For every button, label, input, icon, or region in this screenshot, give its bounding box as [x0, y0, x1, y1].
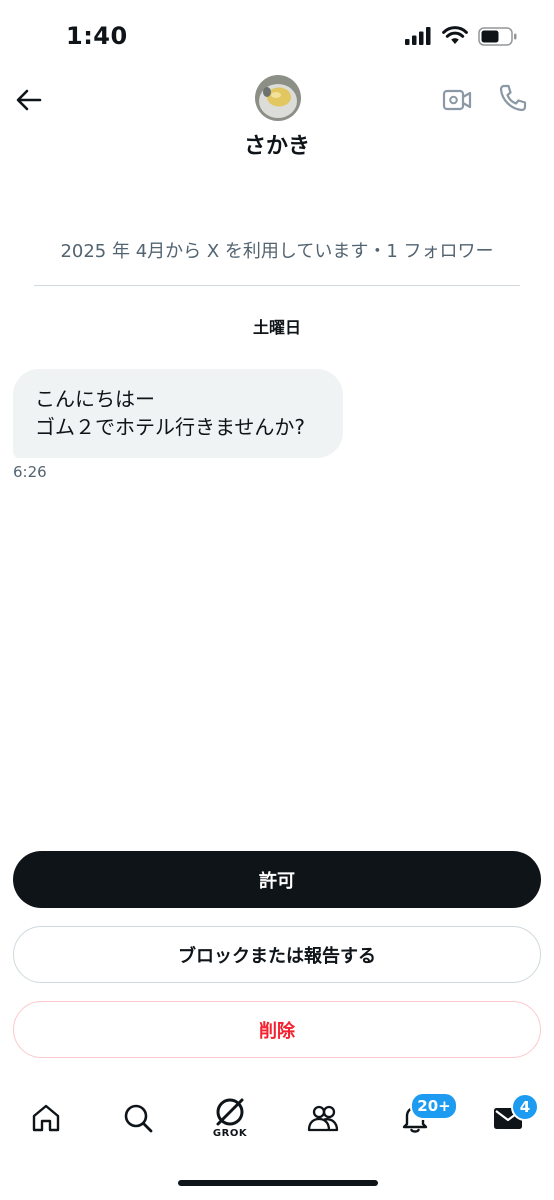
message-bubble[interactable]: こんにちはー ゴム２でホテル行きませんか?: [13, 369, 343, 458]
divider: [34, 285, 520, 286]
allow-button[interactable]: 許可: [13, 851, 541, 908]
tab-home[interactable]: [18, 1090, 74, 1146]
home-icon: [32, 1104, 60, 1132]
battery-icon: [478, 27, 517, 46]
grok-label: GROK: [212, 1128, 248, 1139]
message-timestamp: 6:26: [13, 463, 47, 481]
cellular-signal-icon: [405, 27, 431, 45]
delete-button[interactable]: 削除: [13, 1001, 541, 1058]
status-bar: 1:40: [0, 0, 554, 70]
tab-communities[interactable]: [295, 1090, 351, 1146]
tab-bar: [0, 1090, 554, 1150]
message-line: ゴム２でホテル行きませんか?: [35, 415, 306, 439]
search-icon: [124, 1104, 153, 1133]
message-line: こんにちはー: [35, 387, 155, 411]
tab-search[interactable]: [110, 1090, 166, 1146]
back-arrow-icon[interactable]: [14, 85, 44, 115]
status-time: 1:40: [66, 22, 128, 50]
messages-badge: 4: [511, 1093, 539, 1121]
phone-icon[interactable]: [497, 82, 529, 114]
wifi-icon: [442, 26, 468, 44]
conversation-header: さかき: [0, 70, 554, 170]
home-indicator: [178, 1180, 378, 1186]
day-separator: 土曜日: [252, 318, 301, 337]
avatar[interactable]: [255, 75, 301, 121]
grok-icon: [216, 1098, 244, 1126]
notifications-badge: 20+: [410, 1092, 458, 1120]
profile-info: 2025 年 4月から X を利用しています・1 フォロワー: [60, 241, 494, 262]
communities-icon: [307, 1105, 339, 1132]
block-or-report-button[interactable]: ブロックまたは報告する: [13, 926, 541, 983]
video-camera-icon[interactable]: [441, 84, 473, 116]
contact-name[interactable]: さかき: [0, 128, 554, 160]
